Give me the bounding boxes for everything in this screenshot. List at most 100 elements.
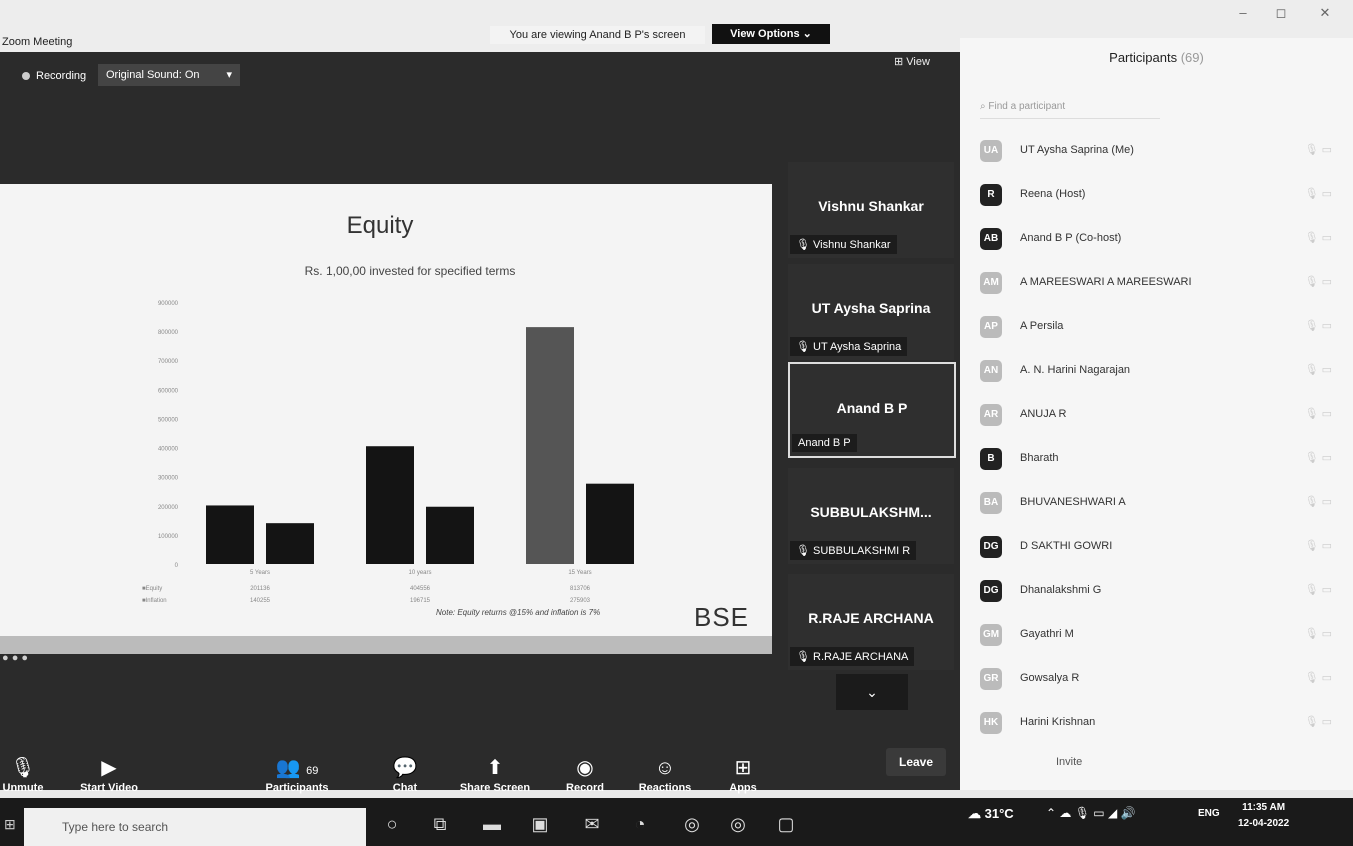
- participant-name: BHUVANESHWARI A: [1020, 496, 1126, 508]
- original-sound-label: Original Sound: On: [106, 69, 200, 81]
- participant-name: Reena (Host): [1020, 188, 1086, 200]
- participant-status-icons: 🎙 ▭: [1304, 496, 1332, 508]
- participant-search-input[interactable]: ⌕ Find a participant: [980, 96, 1160, 119]
- participant-row[interactable]: GM Gayathri M 🎙 ▭: [980, 622, 1340, 648]
- leave-button[interactable]: Leave: [886, 748, 946, 776]
- participants-icon: 👥 69: [275, 757, 319, 779]
- participant-row[interactable]: BA BHUVANESHWARI A 🎙 ▭: [980, 490, 1340, 516]
- taskbar-clock[interactable]: 11:35 AM 12-04-2022: [1238, 800, 1289, 832]
- participant-count: (69): [1180, 50, 1204, 65]
- participants-button[interactable]: 👥 69 Participants: [252, 754, 342, 794]
- bar: [206, 505, 254, 564]
- original-sound-button[interactable]: Original Sound: On ▾: [98, 64, 240, 86]
- video-tile-r-raje-archana[interactable]: R.RAJE ARCHANA 🎙 R.RAJE ARCHANA: [788, 574, 954, 670]
- zoom-app-icon[interactable]: ▢: [772, 810, 800, 838]
- tile-name: R.RAJE ARCHANA: [808, 610, 934, 626]
- record-button[interactable]: ◉ Record: [540, 754, 630, 794]
- invite-button[interactable]: Invite: [1056, 756, 1082, 768]
- participant-row[interactable]: AN A. N. Harini Nagarajan 🎙 ▭: [980, 358, 1340, 384]
- whatsapp-icon[interactable]: ◔: [626, 810, 654, 838]
- recording-indicator: Recording: [0, 66, 100, 86]
- participant-row[interactable]: AR ANUJA R 🎙 ▭: [980, 402, 1340, 428]
- y-tick-label: 900000: [158, 301, 179, 307]
- tile-name: Anand B P: [836, 400, 908, 416]
- bar: [366, 446, 414, 564]
- slide-subtitle: Rs. 1,00,00 invested for specified terms: [304, 264, 516, 278]
- participant-name: Gayathri M: [1020, 628, 1074, 640]
- bar: [526, 327, 574, 564]
- participant-row[interactable]: DG D SAKTHI GOWRI 🎙 ▭: [980, 534, 1340, 560]
- table-cell: 140255: [250, 598, 271, 604]
- participant-name: Dhanalakshmi G: [1020, 584, 1102, 596]
- participant-name: UT Aysha Saprina (Me): [1020, 144, 1134, 156]
- slide-footer-bar: [0, 636, 772, 654]
- slide-note: Note: Equity returns @15% and inflation …: [436, 608, 601, 617]
- tile-name: SUBBULAKSHM...: [810, 504, 932, 520]
- video-tile-ut-aysha-saprina[interactable]: UT Aysha Saprina 🎙 UT Aysha Saprina: [788, 264, 954, 360]
- video-tile-subbulakshmi-r[interactable]: SUBBULAKSHM... 🎙 SUBBULAKSHMI R: [788, 468, 954, 564]
- reactions-button[interactable]: ☺ Reactions: [620, 754, 710, 794]
- tile-label: 🎙 UT Aysha Saprina: [790, 337, 908, 356]
- avatar: GM: [980, 624, 1002, 646]
- chevron-down-icon[interactable]: ▾: [226, 64, 232, 86]
- slide-controls-icon[interactable]: ● ● ●: [2, 652, 28, 664]
- language-indicator[interactable]: ENG: [1198, 808, 1220, 819]
- maximize-button[interactable]: ◻: [1268, 4, 1294, 22]
- file-explorer-icon[interactable]: ▬: [478, 810, 506, 838]
- task-view-icon[interactable]: ⧉: [426, 810, 454, 838]
- participant-row[interactable]: AM A MAREESWARI A MAREESWARI 🎙 ▭: [980, 270, 1340, 296]
- chat-icon: 💬: [392, 757, 418, 779]
- participant-row[interactable]: B Bharath 🎙 ▭: [980, 446, 1340, 472]
- y-tick-label: 300000: [158, 476, 179, 482]
- participant-row[interactable]: UA UT Aysha Saprina (Me) 🎙 ▭: [980, 138, 1340, 164]
- weather-widget[interactable]: ☁ 31°C: [968, 806, 1014, 822]
- cortana-icon[interactable]: ○: [378, 810, 406, 838]
- tile-name: Vishnu Shankar: [818, 198, 924, 214]
- taskbar-search-input[interactable]: Type here to search: [24, 808, 366, 846]
- apps-button[interactable]: ⊞ Apps: [698, 754, 788, 794]
- store-icon[interactable]: ▣: [526, 810, 554, 838]
- participant-row[interactable]: AP A Persila 🎙 ▭: [980, 314, 1340, 340]
- avatar: AP: [980, 316, 1002, 338]
- participant-status-icons: 🎙 ▭: [1304, 232, 1332, 244]
- bar: [426, 506, 474, 564]
- share-screen-button[interactable]: ⬆ Share Screen: [450, 754, 540, 794]
- chrome-icon[interactable]: ◎: [678, 810, 706, 838]
- system-tray-icons[interactable]: ⌃ ☁ 🎙 ▭ ◢ 🔊: [1046, 806, 1135, 820]
- windows-start-icon[interactable]: ⊞: [4, 816, 16, 833]
- video-tile-anand-b-p[interactable]: Anand B P Anand B P: [788, 362, 956, 458]
- participant-row[interactable]: HK Harini Krishnan 🎙 ▭: [980, 710, 1340, 736]
- participant-status-icons: 🎙 ▭: [1304, 628, 1332, 640]
- video-off-icon: ▶: [101, 757, 117, 779]
- table-cell: 813706: [570, 586, 591, 592]
- tile-label: 🎙 Vishnu Shankar: [790, 235, 897, 254]
- tile-label: 🎙 R.RAJE ARCHANA: [790, 647, 915, 666]
- participant-row[interactable]: R Reena (Host) 🎙 ▭: [980, 182, 1340, 208]
- equity-bar-chart: 900000 800000 700000 600000 500000 400000 3000…: [142, 301, 634, 604]
- participant-name: A MAREESWARI A MAREESWARI: [1020, 276, 1192, 288]
- participant-row[interactable]: AB Anand B P (Co-host) 🎙 ▭: [980, 226, 1340, 252]
- chevron-down-icon[interactable]: ⌄: [836, 674, 908, 710]
- participant-name: Gowsalya R: [1020, 672, 1080, 684]
- table-cell: 196715: [410, 598, 431, 604]
- video-tile-vishnu-shankar[interactable]: Vishnu Shankar 🎙 Vishnu Shankar: [788, 162, 954, 258]
- participant-row[interactable]: GR Gowsalya R 🎙 ▭: [980, 666, 1340, 692]
- chrome-profile-icon[interactable]: ◎: [724, 810, 752, 838]
- y-tick-label: 400000: [158, 447, 179, 453]
- start-video-button[interactable]: ▶ Start Video: [64, 754, 154, 794]
- mail-icon[interactable]: ✉: [578, 810, 606, 838]
- view-button[interactable]: ⊞ View: [894, 55, 930, 68]
- reactions-icon: ☺: [654, 757, 676, 779]
- clock-date: 12-04-2022: [1238, 818, 1290, 829]
- participant-name: Harini Krishnan: [1020, 716, 1096, 728]
- participant-row[interactable]: DG Dhanalakshmi G 🎙 ▭: [980, 578, 1340, 604]
- chat-button[interactable]: 💬 Chat: [360, 754, 450, 794]
- unmute-button[interactable]: 🎙 Unmute: [0, 754, 68, 794]
- close-button[interactable]: ✕: [1312, 4, 1338, 22]
- view-options-button[interactable]: View Options ⌄: [712, 24, 830, 44]
- avatar: UA: [980, 140, 1002, 162]
- minimize-button[interactable]: –: [1230, 4, 1256, 22]
- avatar: AB: [980, 228, 1002, 250]
- tile-label: 🎙 SUBBULAKSHMI R: [790, 541, 917, 560]
- participant-status-icons: 🎙 ▭: [1304, 584, 1332, 596]
